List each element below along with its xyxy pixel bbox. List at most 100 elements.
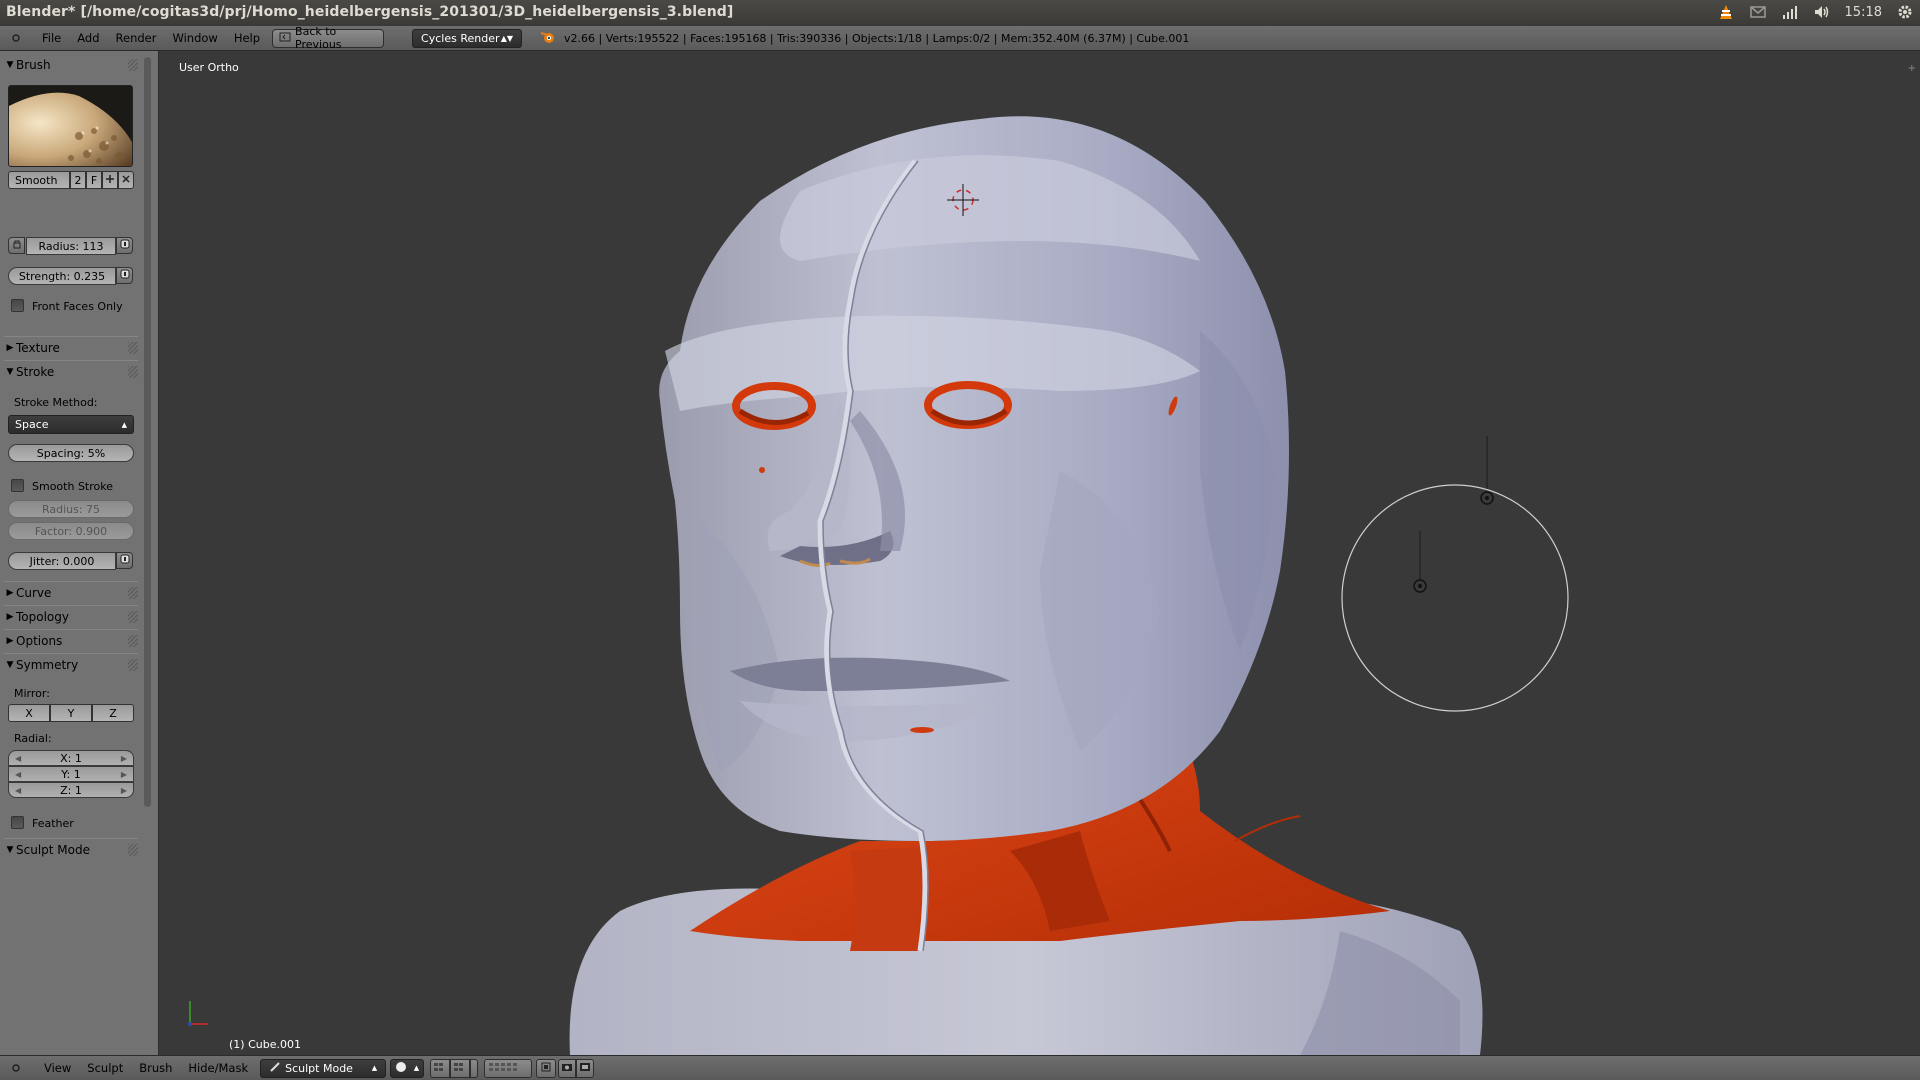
menu-help[interactable]: Help	[226, 31, 268, 45]
brush-users-count[interactable]: 2	[70, 171, 86, 189]
left-arrow-icon[interactable]: ◀	[15, 754, 21, 763]
drag-grip-icon[interactable]	[128, 844, 138, 856]
right-arrow-icon[interactable]: ▶	[121, 770, 127, 779]
drag-grip-icon[interactable]	[128, 659, 138, 671]
radial-x-field[interactable]: ◀ X: 1 ▶	[8, 750, 134, 766]
fake-user-toggle[interactable]: F	[86, 171, 102, 189]
mirror-x-toggle[interactable]: X	[8, 704, 50, 722]
front-faces-checkbox[interactable]	[11, 299, 24, 312]
menu-sculpt[interactable]: Sculpt	[79, 1061, 131, 1075]
editor-type-icon[interactable]	[8, 1060, 24, 1076]
radius-unit-toggle[interactable]	[8, 237, 25, 254]
drag-grip-icon[interactable]	[128, 366, 138, 378]
strength-pressure-toggle[interactable]	[116, 267, 133, 284]
network-icon[interactable]	[1781, 4, 1799, 20]
right-arrow-icon[interactable]: ▶	[121, 754, 127, 763]
panel-symmetry-header[interactable]: ▼ Symmetry	[4, 653, 138, 675]
smooth-stroke-label: Smooth Stroke	[32, 480, 113, 493]
strength-slider[interactable]: Strength: 0.235	[8, 267, 116, 285]
feather-label: Feather	[32, 817, 74, 830]
active-object-label: (1) Cube.001	[229, 1038, 301, 1051]
jitter-slider[interactable]: Jitter: 0.000	[8, 552, 116, 570]
brush-stroke-icon	[269, 1061, 281, 1076]
render-engine-dropdown[interactable]: Cycles Render ▲▼	[412, 28, 523, 48]
render-animation-button[interactable]	[576, 1058, 595, 1078]
plus-icon[interactable]: +	[1908, 63, 1916, 74]
panel-topology-header[interactable]: ▶ Topology	[4, 605, 138, 627]
radial-z-field[interactable]: ◀ Z: 1 ▶	[8, 782, 134, 798]
info-header: File Add Render Window Help Back to Prev…	[0, 25, 1920, 51]
mail-icon[interactable]	[1749, 4, 1767, 20]
panel-curve-header[interactable]: ▶ Curve	[4, 581, 138, 603]
drag-grip-icon[interactable]	[128, 611, 138, 623]
grid-icon	[453, 1062, 467, 1075]
layer-grid-button[interactable]	[430, 1058, 451, 1078]
render-button[interactable]	[558, 1058, 577, 1078]
vlc-icon[interactable]	[1717, 4, 1735, 20]
radius-pressure-toggle[interactable]	[116, 237, 133, 254]
drag-grip-icon[interactable]	[128, 587, 138, 599]
drag-grip-icon[interactable]	[128, 635, 138, 647]
drag-grip-icon[interactable]	[128, 342, 138, 354]
panel-brush-header[interactable]: ▼ Brush	[4, 54, 138, 76]
layer-grid-button[interactable]	[450, 1058, 471, 1078]
radial-label: Radial:	[14, 732, 52, 745]
back-to-previous-button[interactable]: Back to Previous	[272, 25, 385, 51]
panel-options-header[interactable]: ▶ Options	[4, 629, 138, 651]
volume-icon[interactable]	[1813, 4, 1831, 20]
sculpt-model[interactable]	[160, 51, 1920, 1055]
mode-dropdown[interactable]: Sculpt Mode ▲	[260, 1058, 387, 1078]
smooth-stroke-checkbox[interactable]	[11, 479, 24, 492]
feather-checkbox[interactable]	[11, 816, 24, 829]
menu-view[interactable]: View	[36, 1061, 79, 1075]
smooth-stroke-factor-slider[interactable]: Factor: 0.900	[8, 522, 134, 540]
editor-type-icon[interactable]	[8, 30, 24, 46]
radial-y-field[interactable]: ◀ Y: 1 ▶	[8, 766, 134, 782]
right-arrow-icon[interactable]: ▶	[121, 786, 127, 795]
clock[interactable]: 15:18	[1845, 5, 1882, 20]
layer-grid-button[interactable]	[470, 1058, 479, 1078]
menu-brush[interactable]: Brush	[131, 1061, 180, 1075]
layers-button[interactable]	[484, 1058, 533, 1078]
updown-arrow-icon: ▲	[371, 1064, 378, 1072]
left-arrow-icon[interactable]: ◀	[15, 770, 21, 779]
drag-grip-icon[interactable]	[128, 59, 138, 71]
plus-icon	[105, 174, 115, 187]
brush-name-field[interactable]: Smooth	[8, 171, 70, 189]
scene-stats: v2.66 | Verts:195522 | Faces:195168 | Tr…	[564, 31, 1190, 45]
panel-stroke-header[interactable]: ▼ Stroke	[4, 360, 138, 382]
menu-add[interactable]: Add	[69, 31, 107, 45]
expanded-triangle-icon: ▼	[6, 844, 14, 855]
updown-arrow-icon: ▲	[413, 1064, 420, 1072]
add-brush-button[interactable]	[102, 171, 118, 189]
menu-file[interactable]: File	[34, 31, 69, 45]
pressure-icon	[120, 554, 130, 567]
smooth-stroke-radius-slider[interactable]: Radius: 75	[8, 500, 134, 518]
spacing-slider[interactable]: Spacing: 5%	[8, 444, 134, 462]
menu-render[interactable]: Render	[108, 31, 165, 45]
collapsed-triangle-icon: ▶	[6, 611, 14, 622]
pressure-icon	[120, 239, 130, 252]
left-arrow-icon[interactable]: ◀	[15, 786, 21, 795]
mirror-z-toggle[interactable]: Z	[92, 704, 134, 722]
mirror-y-toggle[interactable]: Y	[50, 704, 92, 722]
radius-slider[interactable]: Radius: 113	[26, 237, 116, 255]
jitter-pressure-toggle[interactable]	[116, 552, 133, 569]
mirror-label: Mirror:	[14, 687, 50, 700]
panel-texture-header[interactable]: ▶ Texture	[4, 336, 138, 358]
tool-shelf-scrollbar[interactable]	[144, 57, 151, 807]
lock-camera-button[interactable]	[536, 1058, 557, 1078]
brush-preview-thumbnail[interactable]	[8, 85, 133, 167]
stroke-method-dropdown[interactable]: Space ▲	[8, 415, 134, 434]
menu-window[interactable]: Window	[164, 31, 225, 45]
viewport-shading-dropdown[interactable]: ▲	[390, 1058, 425, 1078]
close-icon	[121, 174, 131, 187]
collapsed-triangle-icon: ▶	[6, 342, 14, 353]
panel-sculpt-mode-header[interactable]: ▼ Sculpt Mode	[4, 838, 138, 860]
pressure-icon	[120, 269, 130, 282]
system-tray: 15:18	[1717, 0, 1914, 24]
menu-hide-mask[interactable]: Hide/Mask	[180, 1061, 256, 1075]
unlink-brush-button[interactable]	[118, 171, 134, 189]
3d-viewport[interactable]: User Ortho (1) Cube.001 +	[160, 51, 1920, 1055]
gear-icon[interactable]	[1896, 4, 1914, 20]
